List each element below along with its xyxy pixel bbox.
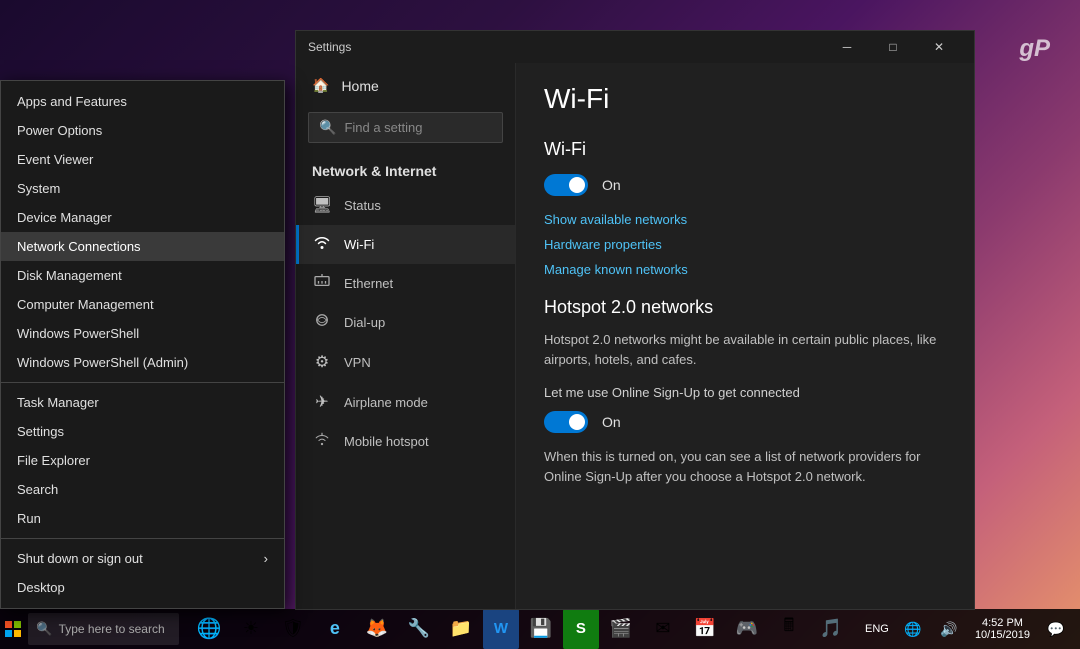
hotspot-toggle-label: Let me use Online Sign-Up to get connect… [544,383,946,403]
taskbar-app-mail[interactable]: ✉ [643,609,683,649]
minimize-button[interactable]: ─ [824,31,870,63]
nav-item-vpn[interactable]: ⚙ VPN [296,342,515,382]
ethernet-icon [312,274,332,293]
menu-item-file-explorer[interactable]: File Explorer [1,446,284,475]
arrow-right-icon: › [264,551,268,566]
wifi-toggle[interactable] [544,174,588,196]
tray-network[interactable]: 🌐 [897,609,929,649]
window-controls: ─ □ ✕ [824,31,962,63]
nav-item-dialup[interactable]: Dial-up [296,303,515,342]
wifi-toggle-row: On [544,174,946,196]
page-title: Wi-Fi [544,83,946,115]
menu-item-system[interactable]: System [1,174,284,203]
hotspot-info-text: When this is turned on, you can see a li… [544,447,946,489]
hardware-properties-link[interactable]: Hardware properties [544,237,946,252]
status-icon: 🖥 [312,195,332,215]
menu-item-apps-features[interactable]: Apps and Features [1,87,284,116]
menu-item-settings[interactable]: Settings [1,417,284,446]
menu-item-power-options[interactable]: Power Options [1,116,284,145]
hotspot-toggle-row: On [544,411,946,433]
manage-networks-link[interactable]: Manage known networks [544,262,946,277]
taskbar-app-s[interactable]: S [563,609,599,649]
search-icon: 🔍 [319,119,336,136]
maximize-button[interactable]: □ [870,31,916,63]
nav-item-status[interactable]: 🖥 Status [296,185,515,225]
menu-item-run[interactable]: Run [1,504,284,533]
window-title: Settings [308,40,351,54]
gp-logo: gP [1019,35,1050,63]
taskbar-app-calc[interactable]: 🖩 [769,609,809,649]
settings-window: Settings ─ □ ✕ 🏠 Home 🔍 Find a setting N… [295,30,975,610]
taskbar-app-movie[interactable]: 🎬 [601,609,641,649]
tray-notification[interactable]: 💬 [1040,609,1072,649]
hotspot-description: Hotspot 2.0 networks might be available … [544,330,946,369]
nav-item-airplane[interactable]: ✈ Airplane mode [296,382,515,422]
show-networks-link[interactable]: Show available networks [544,212,946,227]
menu-divider-1 [1,382,284,383]
taskbar-app-folder[interactable]: 📁 [441,609,481,649]
taskbar-search-icon: 🔍 [36,621,52,637]
taskbar-app-firefox[interactable]: 🦊 [357,609,397,649]
menu-item-powershell-admin[interactable]: Windows PowerShell (Admin) [1,348,284,377]
nav-home-button[interactable]: 🏠 Home [296,63,515,108]
menu-item-task-manager[interactable]: Task Manager [1,388,284,417]
nav-item-mobile-hotspot[interactable]: Mobile hotspot [296,422,515,461]
menu-item-device-manager[interactable]: Device Manager [1,203,284,232]
wifi-toggle-label: On [602,177,621,193]
hotspot-toggle[interactable] [544,411,588,433]
menu-item-desktop[interactable]: Desktop [1,573,284,602]
taskbar-app-shield[interactable]: 🛡 [273,609,313,649]
taskbar-search-bar[interactable]: 🔍 Type here to search [28,613,179,645]
start-button[interactable] [0,609,26,649]
taskbar-app-word[interactable]: W [483,609,519,649]
close-button[interactable]: ✕ [916,31,962,63]
wifi-section-title: Wi-Fi [544,139,946,160]
menu-item-shutdown[interactable]: Shut down or sign out › [1,544,284,573]
mobile-hotspot-icon [312,432,332,451]
nav-section-title: Network & Internet [296,155,515,185]
taskbar-app-weather[interactable]: ☀ [231,609,271,649]
menu-divider-2 [1,538,284,539]
menu-item-computer-management[interactable]: Computer Management [1,290,284,319]
tray-language[interactable]: ENG [861,609,893,649]
hotspot-section-title: Hotspot 2.0 networks [544,297,946,318]
hotspot-toggle-knob [569,414,585,430]
taskbar-apps: 🌐 ☀ 🛡 e 🦊 🔧 📁 W 💾 S 🎬 ✉ 📅 🎮 🖩 🎵 [181,609,851,649]
toggle-knob [569,177,585,193]
taskbar-app-music[interactable]: 🎵 [811,609,851,649]
wifi-nav-icon [312,235,332,254]
nav-item-ethernet[interactable]: Ethernet [296,264,515,303]
airplane-icon: ✈ [312,392,332,412]
taskbar-app-calendar[interactable]: 📅 [685,609,725,649]
nav-item-wifi[interactable]: Wi-Fi [296,225,515,264]
home-icon: 🏠 [312,77,329,94]
menu-item-search[interactable]: Search [1,475,284,504]
taskbar-app-tools[interactable]: 🔧 [399,609,439,649]
window-titlebar: Settings ─ □ ✕ [296,31,974,63]
menu-item-event-viewer[interactable]: Event Viewer [1,145,284,174]
menu-item-powershell[interactable]: Windows PowerShell [1,319,284,348]
taskbar: 🔍 Type here to search 🌐 ☀ 🛡 e 🦊 🔧 📁 W 💾 … [0,609,1080,649]
settings-content: Wi-Fi Wi-Fi On Show available networks H… [516,63,974,609]
taskbar-app-storage[interactable]: 💾 [521,609,561,649]
taskbar-app-edge[interactable]: e [315,609,355,649]
tray-clock[interactable]: 4:52 PM 10/15/2019 [969,617,1036,641]
taskbar-app-game[interactable]: 🎮 [727,609,767,649]
menu-item-disk-management[interactable]: Disk Management [1,261,284,290]
settings-nav: 🏠 Home 🔍 Find a setting Network & Intern… [296,63,516,609]
tray-volume[interactable]: 🔊 [933,609,965,649]
taskbar-app-chrome[interactable]: 🌐 [189,609,229,649]
menu-item-network-connections[interactable]: Network Connections [1,232,284,261]
nav-search-box[interactable]: 🔍 Find a setting [308,112,503,143]
hotspot-toggle-state: On [602,414,621,430]
taskbar-tray: ENG 🌐 🔊 4:52 PM 10/15/2019 💬 [853,609,1080,649]
dialup-icon [312,313,332,332]
vpn-icon: ⚙ [312,352,332,372]
context-menu: Apps and Features Power Options Event Vi… [0,80,285,609]
settings-body: 🏠 Home 🔍 Find a setting Network & Intern… [296,63,974,609]
